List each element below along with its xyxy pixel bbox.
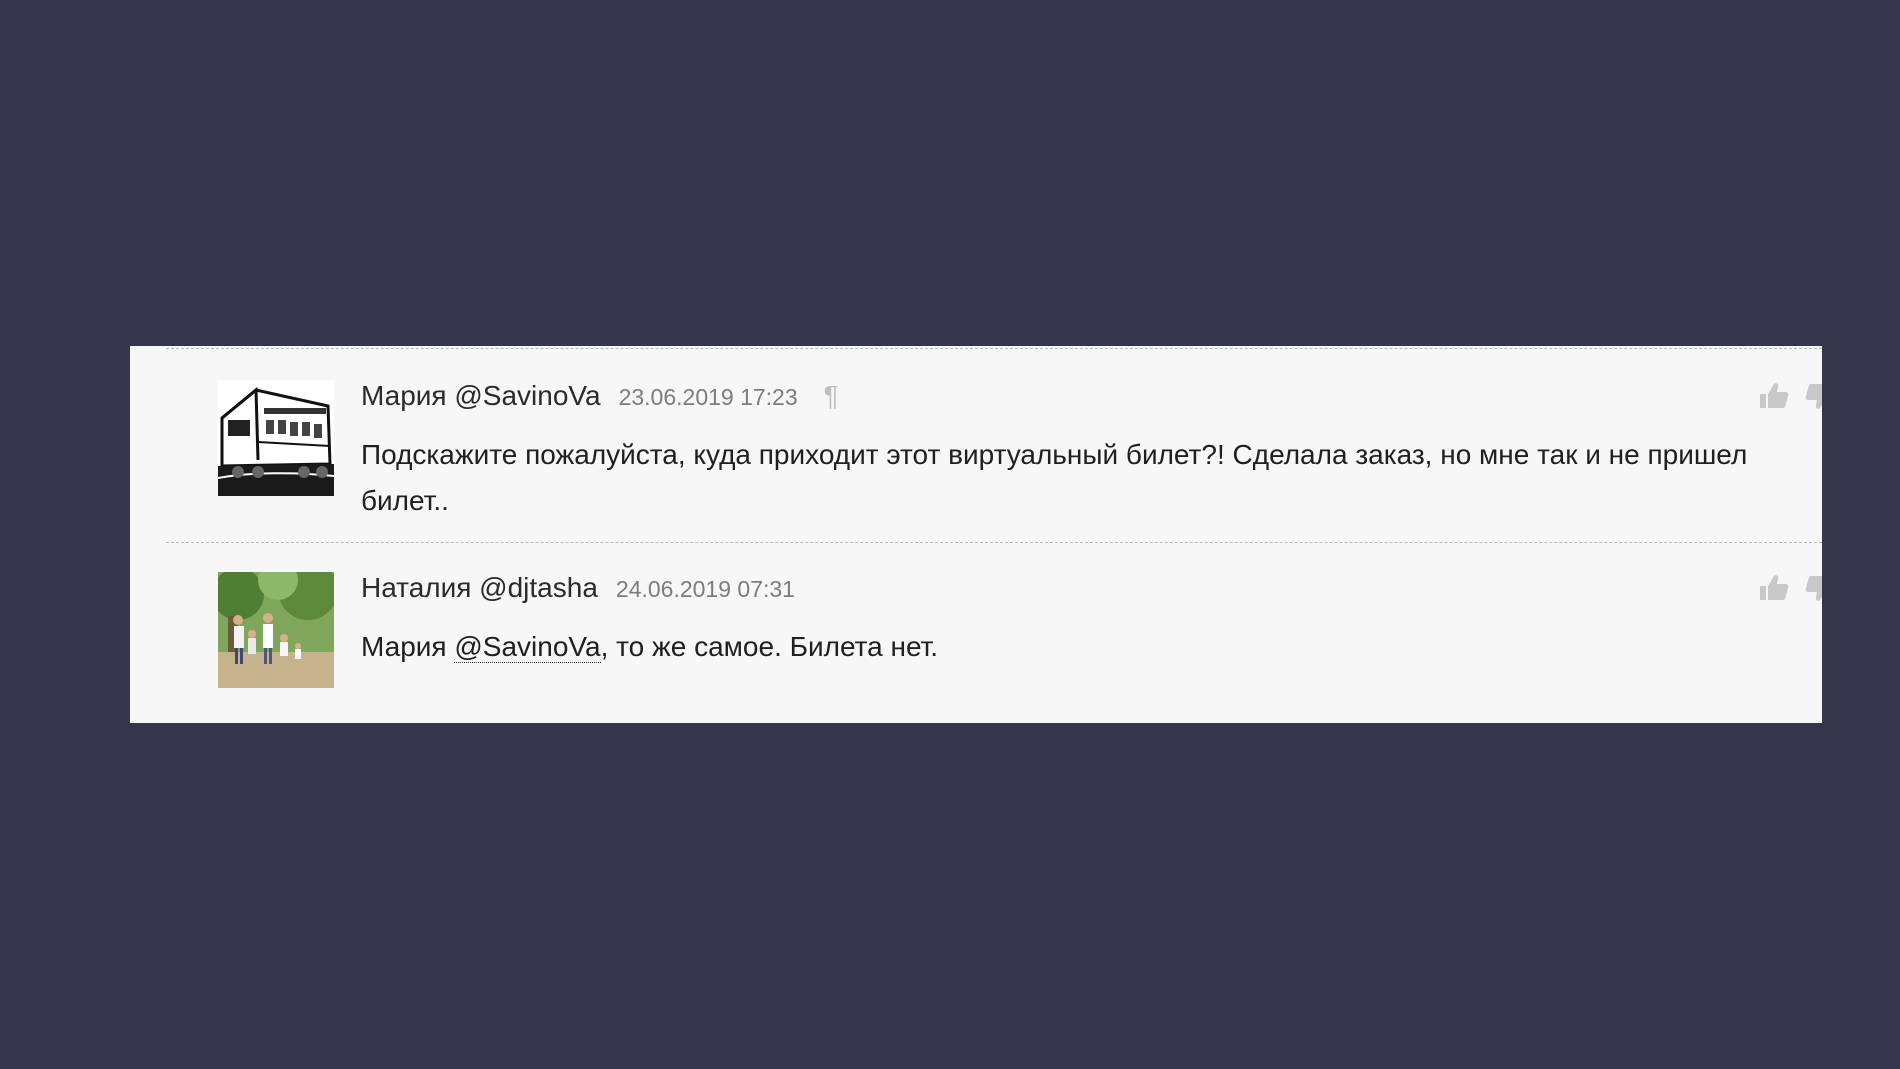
comments-panel: Мария @SavinoVa 23.06.2019 17:23 ¶ Подск… [130,346,1822,723]
divider [166,542,1822,543]
comment-text-rest: , то же самое. Билета нет. [600,631,939,662]
comment-date: 24.06.2019 07:31 [615,576,795,602]
family-photo-avatar[interactable] [218,572,334,688]
vote-buttons [1758,380,1822,412]
vote-buttons [1758,572,1822,604]
comment-author[interactable]: Наталия @djtasha [361,572,598,604]
thumbs-up-icon[interactable] [1758,572,1790,604]
train-avatar[interactable] [218,380,334,496]
comment-text: Мария @SavinoVa, то же самое. Билета нет… [361,624,1761,670]
train-icon [218,380,334,496]
divider [166,348,1822,349]
family-photo-icon [218,572,334,688]
thumbs-up-icon[interactable] [1758,380,1790,412]
thumbs-down-icon[interactable] [1804,572,1822,604]
mention-link[interactable]: @SavinoVa [454,631,601,663]
comment-author[interactable]: Мария @SavinoVa [361,380,601,412]
reply-to-name: Мария [361,631,447,662]
comment-date: 23.06.2019 17:23 [618,384,798,410]
thumbs-down-icon[interactable] [1804,380,1822,412]
permalink-icon[interactable]: ¶ [824,380,839,412]
comment-text: Подскажите пожалуйста, куда приходит это… [361,439,1748,516]
